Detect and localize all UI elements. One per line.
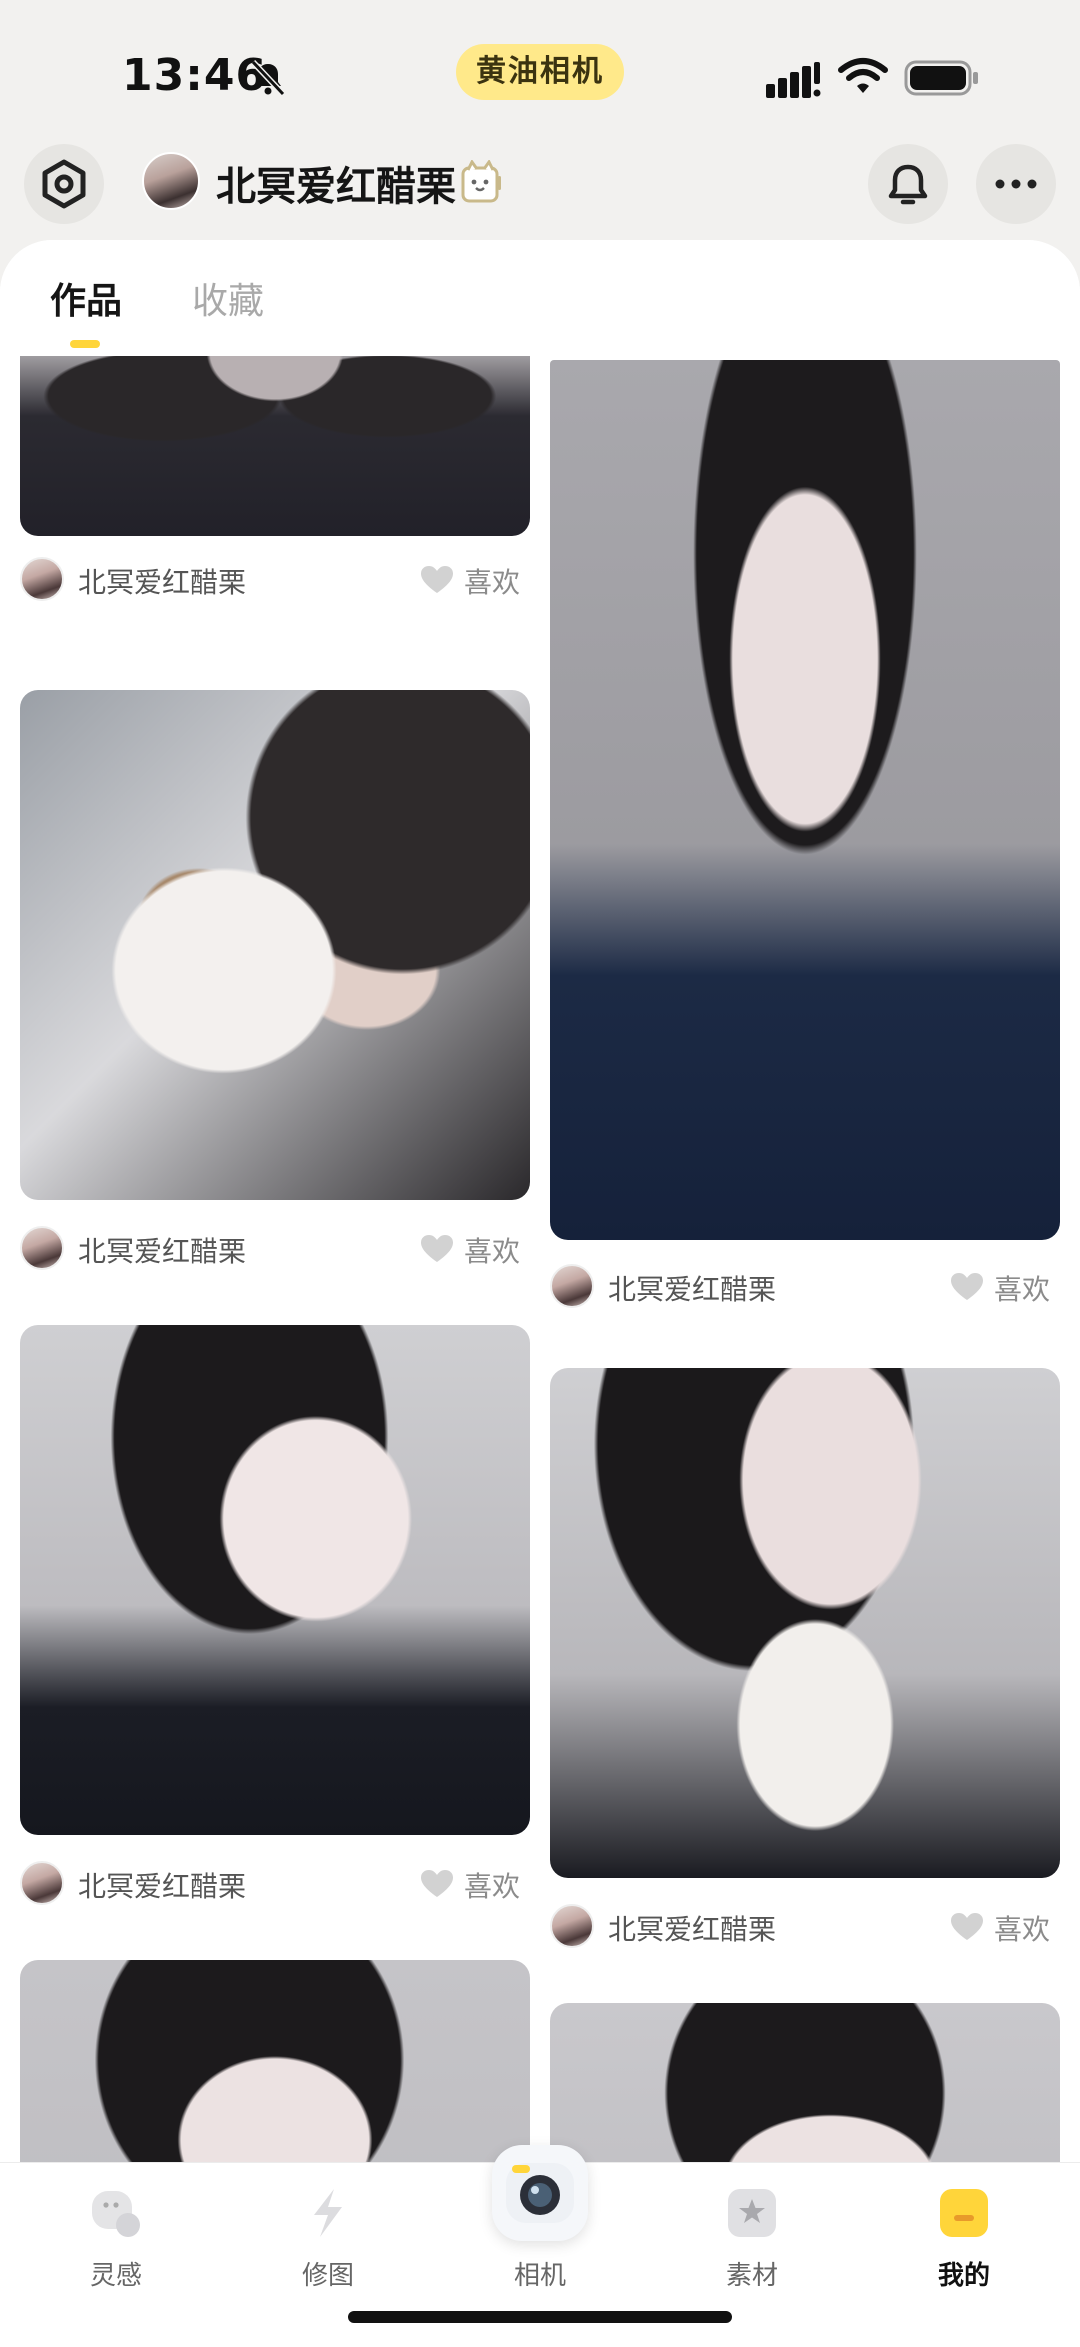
app-name-pill[interactable]: 黄油相机 (456, 44, 624, 100)
battery-icon (904, 60, 978, 96)
author-name[interactable]: 北冥爱红醋栗 (78, 1865, 246, 1905)
nav-label: 相机 (513, 2261, 566, 2291)
tab-works[interactable]: 作品 (50, 272, 122, 324)
post-card[interactable]: 北冥爱红醋栗 喜欢 (20, 690, 530, 1270)
settings-button[interactable] (24, 144, 104, 224)
nav-item-camera[interactable]: 相机 (432, 2145, 648, 2303)
like-label[interactable]: 喜欢 (994, 1268, 1050, 1308)
profile-icon (940, 2189, 988, 2237)
author-avatar[interactable] (20, 1226, 64, 1270)
nav-label: 修图 (301, 2261, 354, 2291)
notifications-button[interactable] (868, 144, 948, 224)
like-label[interactable]: 喜欢 (464, 1865, 520, 1905)
works-feed: 北冥爱红醋栗 喜欢 北冥爱红醋栗 喜欢 北冥爱红醋栗 喜欢 北冥爱红醋栗 喜欢 … (0, 356, 1080, 2347)
like-label[interactable]: 喜欢 (464, 1230, 520, 1270)
status-bar: 13:46 黄油相机 (0, 0, 1080, 140)
nav-label: 灵感 (89, 2261, 142, 2291)
author-name[interactable]: 北冥爱红醋栗 (608, 1268, 776, 1308)
post-photo[interactable] (550, 1368, 1060, 1878)
post-meta: 北冥爱红醋栗 喜欢 (550, 1260, 1060, 1310)
signal-icon (766, 62, 821, 98)
author-avatar[interactable] (20, 557, 64, 601)
post-photo[interactable] (550, 360, 1060, 1240)
bell-icon (888, 164, 928, 205)
bottom-nav: 灵感 修图 相机 素材 我的 (0, 2145, 1080, 2347)
post-card[interactable]: 北冥爱红醋栗 喜欢 (550, 1368, 1060, 1948)
content-panel: 作品 收藏 北冥爱红醋栗 喜欢 北冥爱红醋栗 喜欢 北冥爱红醋栗 喜欢 北冥爱红… (0, 240, 1080, 2347)
home-indicator[interactable] (348, 2311, 732, 2323)
like-label[interactable]: 喜欢 (994, 1908, 1050, 1948)
tab-favorites[interactable]: 收藏 (192, 272, 264, 324)
author-avatar[interactable] (550, 1264, 594, 1308)
author-name[interactable]: 北冥爱红醋栗 (608, 1908, 776, 1948)
wifi-icon (838, 58, 888, 93)
post-meta: 北冥爱红醋栗 喜欢 (20, 1857, 530, 1907)
heart-icon[interactable] (950, 1272, 984, 1302)
profile-name[interactable]: 北冥爱红醋栗 (216, 154, 456, 212)
nav-item-inspiration[interactable]: 灵感 (8, 2163, 224, 2303)
nav-label: 我的 (937, 2261, 990, 2291)
heart-icon[interactable] (420, 565, 454, 595)
material-icon (728, 2189, 776, 2237)
post-photo[interactable] (20, 356, 530, 536)
post-photo[interactable] (20, 690, 530, 1200)
profile-page: 13:46 黄油相机 北冥爱红醋栗 作品 收藏 北冥爱红醋栗 喜欢 北冥爱红醋栗… (0, 0, 1080, 2347)
status-time: 13:46 (122, 50, 268, 101)
heart-icon[interactable] (420, 1234, 454, 1264)
author-avatar[interactable] (20, 1861, 64, 1905)
nav-item-material[interactable]: 素材 (644, 2163, 860, 2303)
tab-bar: 作品 收藏 (0, 240, 1080, 356)
post-card[interactable]: 北冥爱红醋栗 喜欢 (20, 1325, 530, 1905)
author-name[interactable]: 北冥爱红醋栗 (78, 561, 246, 601)
badge-icon[interactable] (460, 160, 502, 204)
nav-label: 素材 (725, 2261, 778, 2291)
post-meta: 北冥爱红醋栗 喜欢 (20, 1222, 530, 1272)
profile-header: 北冥爱红醋栗 (0, 140, 1080, 246)
post-card[interactable]: 北冥爱红醋栗 喜欢 (20, 356, 530, 601)
avatar[interactable] (142, 152, 200, 210)
post-meta: 北冥爱红醋栗 喜欢 (20, 553, 530, 603)
heart-icon[interactable] (950, 1912, 984, 1942)
camera-button[interactable] (492, 2145, 588, 2241)
edit-icon (314, 2189, 342, 2237)
author-avatar[interactable] (550, 1904, 594, 1948)
heart-icon[interactable] (420, 1869, 454, 1899)
tab-indicator (70, 340, 100, 348)
camera-icon (506, 2163, 574, 2223)
inspiration-icon (92, 2191, 140, 2237)
more-button[interactable] (976, 144, 1056, 224)
like-label[interactable]: 喜欢 (464, 561, 520, 601)
settings-icon (42, 159, 86, 209)
bell-off-icon (250, 59, 286, 97)
post-photo[interactable] (20, 1325, 530, 1835)
post-meta-row: 北冥爱红醋栗 喜欢 (550, 1260, 1060, 1320)
nav-item-profile[interactable]: 我的 (856, 2163, 1072, 2303)
post-card[interactable] (550, 360, 1060, 1240)
more-icon (995, 179, 1037, 189)
author-name[interactable]: 北冥爱红醋栗 (78, 1230, 246, 1270)
nav-item-edit[interactable]: 修图 (220, 2163, 436, 2303)
post-meta: 北冥爱红醋栗 喜欢 (550, 1900, 1060, 1950)
